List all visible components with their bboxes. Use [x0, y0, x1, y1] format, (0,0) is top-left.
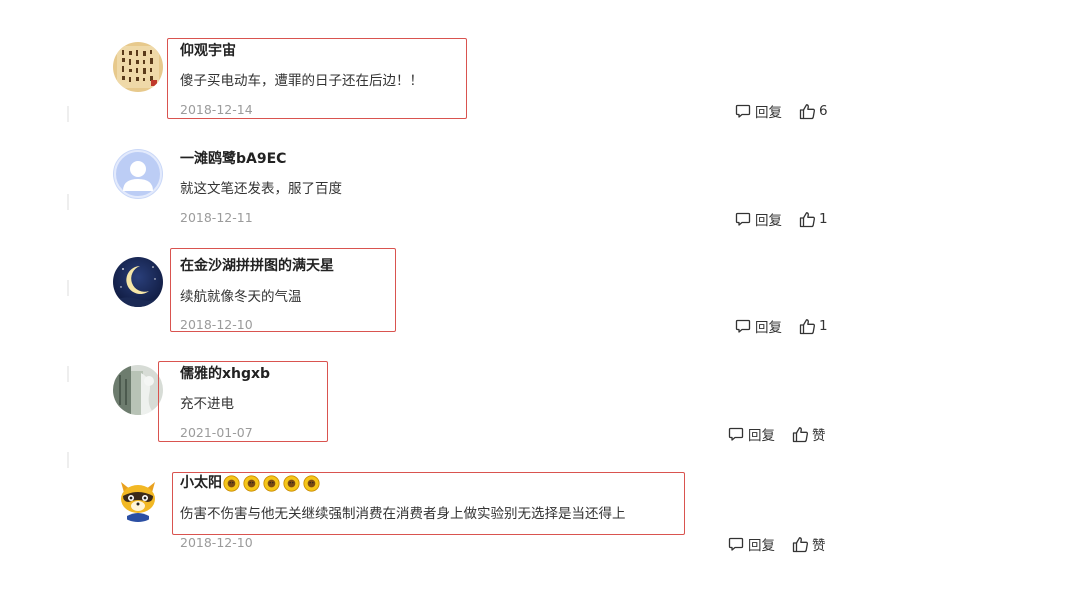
thumbs-up-icon — [792, 536, 808, 552]
left-margin-mark — [67, 280, 69, 296]
moon-night-avatar-image — [113, 257, 163, 307]
comment-date: 2018-12-14 — [180, 102, 253, 117]
comment-bubble-icon — [735, 319, 751, 333]
sunflower-icon — [263, 474, 280, 492]
comment-date: 2021-01-07 — [180, 425, 253, 440]
left-margin-mark — [67, 106, 69, 122]
comment-actions: 回复 1 — [735, 316, 828, 336]
comment-actions: 回复 1 — [735, 209, 828, 229]
comment-bubble-icon — [735, 104, 751, 118]
like-label: 赞 — [812, 428, 826, 444]
comment-item: 小太阳 伤害不伤害与他无关继续强制消费在消费者身上做实验别无选择是当还得上 20… — [0, 0, 1080, 554]
like-button[interactable]: 赞 — [792, 534, 826, 554]
sunflower-icon — [223, 474, 240, 492]
default-user-avatar-image — [113, 149, 163, 199]
reply-button[interactable]: 回复 — [728, 424, 775, 444]
username[interactable]: 小太阳 — [180, 474, 323, 492]
reply-button[interactable]: 回复 — [735, 209, 782, 229]
comment-text: 就这文笔还发表，服了百度 — [180, 181, 342, 197]
comment-actions: 回复 赞 — [728, 534, 826, 554]
comment-text: 续航就像冬天的气温 — [180, 289, 302, 305]
left-margin-mark — [67, 452, 69, 468]
avatar[interactable] — [113, 257, 163, 307]
like-button[interactable]: 6 — [799, 103, 828, 120]
username-emoji-row — [223, 474, 323, 492]
username[interactable]: 一滩鸥鹭bA9EC — [180, 150, 286, 168]
reply-label: 回复 — [748, 538, 775, 554]
reply-label: 回复 — [748, 428, 775, 444]
reply-label: 回复 — [755, 105, 782, 121]
comment-bubble-icon — [728, 427, 744, 441]
sunflower-icon — [243, 474, 260, 492]
username[interactable]: 儒雅的xhgxb — [180, 365, 270, 383]
avatar[interactable] — [113, 472, 163, 522]
thumbs-up-icon — [799, 103, 815, 119]
raccoon-cartoon-avatar-image — [113, 472, 163, 522]
left-margin-mark — [67, 366, 69, 382]
reply-button[interactable]: 回复 — [735, 101, 782, 121]
avatar[interactable] — [113, 365, 163, 415]
thumbs-up-icon — [799, 318, 815, 334]
like-button[interactable]: 赞 — [792, 424, 826, 444]
left-margin-mark — [67, 194, 69, 210]
comment-text: 充不进电 — [180, 396, 234, 412]
username-text: 小太阳 — [180, 475, 222, 491]
like-button[interactable]: 1 — [799, 211, 828, 228]
like-count: 1 — [819, 211, 828, 227]
reply-label: 回复 — [755, 320, 782, 336]
winter-scene-avatar-image — [113, 365, 163, 415]
avatar[interactable] — [113, 149, 163, 199]
thumbs-up-icon — [792, 426, 808, 442]
sunflower-icon — [303, 474, 320, 492]
comment-date: 2018-12-10 — [180, 535, 253, 550]
reply-button[interactable]: 回复 — [735, 316, 782, 336]
like-button[interactable]: 1 — [799, 318, 828, 335]
sunflower-icon — [283, 474, 300, 492]
comment-date: 2018-12-11 — [180, 210, 253, 225]
comment-bubble-icon — [728, 537, 744, 551]
like-count: 6 — [819, 103, 828, 119]
comment-actions: 回复 6 — [735, 101, 828, 121]
thumbs-up-icon — [799, 211, 815, 227]
username[interactable]: 在金沙湖拼拼图的满天星 — [180, 257, 334, 275]
comment-actions: 回复 赞 — [728, 424, 826, 444]
like-label: 赞 — [812, 538, 826, 554]
like-count: 1 — [819, 318, 828, 334]
comment-date: 2018-12-10 — [180, 317, 253, 332]
comment-bubble-icon — [735, 212, 751, 226]
reply-button[interactable]: 回复 — [728, 534, 775, 554]
comment-text: 伤害不伤害与他无关继续强制消费在消费者身上做实验别无选择是当还得上 — [180, 506, 626, 522]
reply-label: 回复 — [755, 213, 782, 229]
